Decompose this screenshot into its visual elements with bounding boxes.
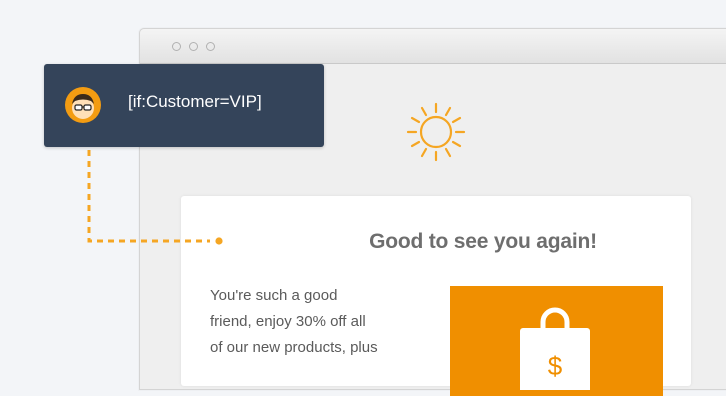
email-body-line: of our new products, plus xyxy=(210,339,378,356)
browser-titlebar xyxy=(140,29,726,64)
shopping-bag-dollar-icon: $ xyxy=(520,307,590,390)
email-heading: Good to see you again! xyxy=(369,230,597,253)
email-body-line: friend, enjoy 30% off all xyxy=(210,313,366,330)
promo-image-block: $ xyxy=(450,286,663,396)
promo-dollar-symbol: $ xyxy=(548,351,563,381)
sun-icon xyxy=(406,102,466,162)
person-glasses-avatar-icon xyxy=(65,87,101,123)
condition-tag[interactable]: [if:Customer=VIP] xyxy=(44,64,324,147)
email-body-line: You're such a good xyxy=(210,287,338,304)
condition-rule-label: [if:Customer=VIP] xyxy=(128,92,262,111)
window-close-button[interactable] xyxy=(172,42,181,51)
window-minimize-button[interactable] xyxy=(189,42,198,51)
email-content-card: Good to see you again! You're such a goo… xyxy=(181,196,691,396)
email-body-text: You're such a good friend, enjoy 30% off… xyxy=(210,283,430,361)
window-zoom-button[interactable] xyxy=(206,42,215,51)
